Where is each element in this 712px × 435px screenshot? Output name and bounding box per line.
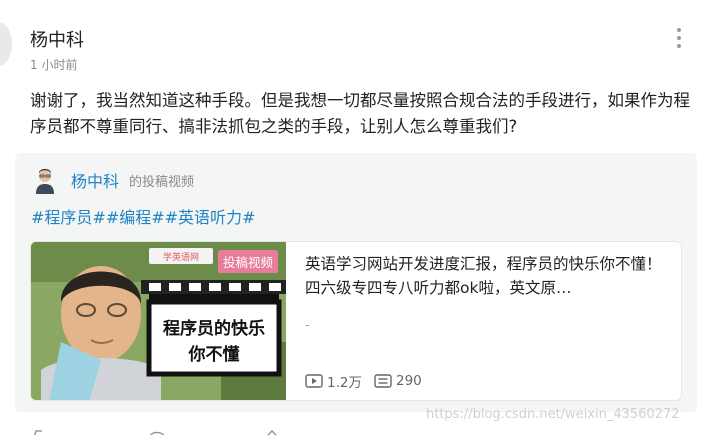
- comment-time: 1 小时前: [30, 58, 78, 72]
- play-icon: [305, 374, 323, 388]
- thumb-text-line1: 程序员的快乐: [163, 318, 265, 339]
- more-vertical-icon[interactable]: [672, 28, 686, 54]
- share-header: 杨中科 的投稿视频: [33, 166, 194, 194]
- play-count-value: 1.2万: [327, 375, 362, 391]
- video-title[interactable]: 英语学习网站开发进度汇报，程序员的快乐你不懂！四六级专四专八听力都ok啦，英文原…: [305, 252, 667, 300]
- tags[interactable]: #程序员##编程##英语听力#: [31, 204, 255, 228]
- thumb-text-line2: 你不懂: [188, 344, 240, 365]
- watermark: https://blog.csdn.net/weixin_43560272: [426, 407, 680, 422]
- video-description: -: [305, 318, 310, 332]
- action-bar-icons[interactable]: [30, 429, 330, 435]
- comment-icon: [374, 374, 392, 388]
- comment-count-value: 290: [395, 373, 422, 389]
- comment-text: 谢谢了，我当然知道这种手段。但是我想一切都尽量按照合规合法的手段进行，如果作为程…: [30, 91, 690, 136]
- shared-video-card[interactable]: 杨中科 的投稿视频 #程序员##编程##英语听力# 程序员的快乐 你不懂 学英语…: [15, 153, 697, 412]
- avatar-icon: [33, 166, 57, 194]
- share-author[interactable]: 杨中科: [71, 168, 119, 192]
- play-count: 1.2万: [305, 371, 362, 391]
- video-thumbnail[interactable]: 程序员的快乐 你不懂 学英语网 投稿视频: [31, 242, 286, 400]
- comment-count: 290: [374, 373, 422, 389]
- video-card[interactable]: 程序员的快乐 你不懂 学英语网 投稿视频 英语学习网站开发进度汇报，程序员的快乐…: [30, 241, 682, 401]
- avatar[interactable]: [0, 22, 12, 66]
- mini-avatar[interactable]: [33, 166, 57, 194]
- video-stats: 1.2万 290: [305, 371, 434, 391]
- share-source-label: 的投稿视频: [129, 174, 195, 190]
- comment-author[interactable]: 杨中科: [30, 26, 84, 52]
- video-badge: 投稿视频: [217, 250, 278, 273]
- thumb-logo-text: 学英语网: [163, 251, 199, 263]
